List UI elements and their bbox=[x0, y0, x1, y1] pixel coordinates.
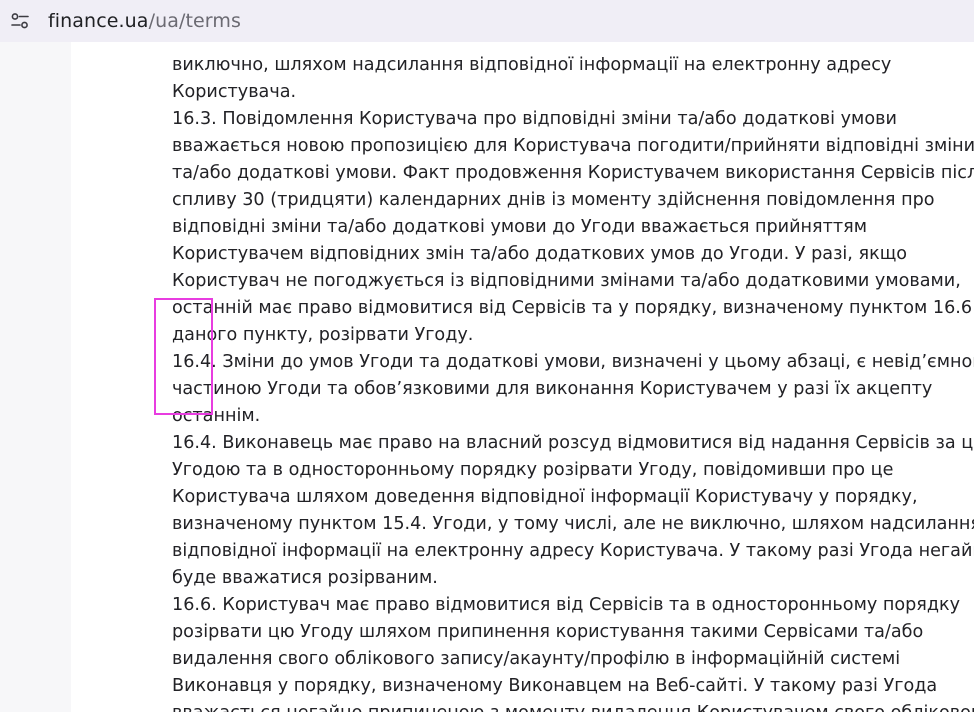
address-bar[interactable]: finance.ua/ua/terms bbox=[0, 0, 974, 42]
page-viewport[interactable]: виключно, шляхом надсилання відповідної … bbox=[0, 42, 974, 712]
text-line: вважається новою пропозицією для Користу… bbox=[172, 136, 974, 156]
text-line: визначеному пунктом 15.4. Угоди, у тому … bbox=[172, 514, 974, 534]
text-line: 16.3. Повідомлення Користувача про відпо… bbox=[172, 109, 897, 129]
left-gutter bbox=[0, 42, 71, 712]
text-line: частиною Угоди та обов’язковими для вико… bbox=[172, 379, 933, 399]
text-line: та/або додаткові умови. Факт продовження… bbox=[172, 163, 974, 183]
text-line: відповідної інформації на електронну адр… bbox=[172, 541, 974, 561]
text-line: вважається негайно припиненою з моменту … bbox=[172, 700, 974, 712]
url-text[interactable]: finance.ua/ua/terms bbox=[48, 10, 241, 32]
url-host: finance.ua bbox=[48, 10, 149, 32]
url-path: /ua/terms bbox=[148, 10, 241, 32]
text-line: буде вважатися розірваним. bbox=[172, 568, 438, 588]
text-line: спливу 30 (тридцяти) календарних днів із… bbox=[172, 190, 935, 210]
terms-text: виключно, шляхом надсилання відповідної … bbox=[172, 52, 974, 712]
text-line: Користувач не погоджується із відповідни… bbox=[172, 271, 961, 291]
text-line: розірвати цю Угоду шляхом припинення кор… bbox=[172, 622, 924, 642]
text-line: Користувачем відповідних змін та/або дод… bbox=[172, 244, 908, 264]
text-line: Угодою та в односторонньому порядку розі… bbox=[172, 460, 894, 480]
text-line: даного пункту, розірвати Угоду. bbox=[172, 325, 474, 345]
text-line: Виконавця у порядку, визначеному Виконав… bbox=[172, 676, 938, 696]
text-line: відповідні зміни та/або додаткові умови … bbox=[172, 217, 867, 237]
tune-icon bbox=[11, 13, 29, 29]
text-line: виключно, шляхом надсилання відповідної … bbox=[172, 55, 892, 75]
text-line: 16.4. Виконавець має право на власний ро… bbox=[172, 433, 974, 453]
text-line: 16.4. Зміни до умов Угоди та додаткові у… bbox=[172, 352, 974, 372]
text-line: 16.6. Користувач має право відмовитися в… bbox=[172, 595, 961, 615]
text-line: видалення свого облікового запису/акаунт… bbox=[172, 649, 901, 669]
text-line: Користувача шляхом доведення відповідної… bbox=[172, 487, 918, 507]
text-line: Користувача. bbox=[172, 82, 297, 102]
highlight-annotation bbox=[154, 298, 213, 415]
text-line: останній має право відмовитися від Серві… bbox=[172, 298, 974, 318]
site-settings-icon[interactable] bbox=[10, 11, 30, 31]
text-line: останнім. bbox=[172, 406, 261, 426]
